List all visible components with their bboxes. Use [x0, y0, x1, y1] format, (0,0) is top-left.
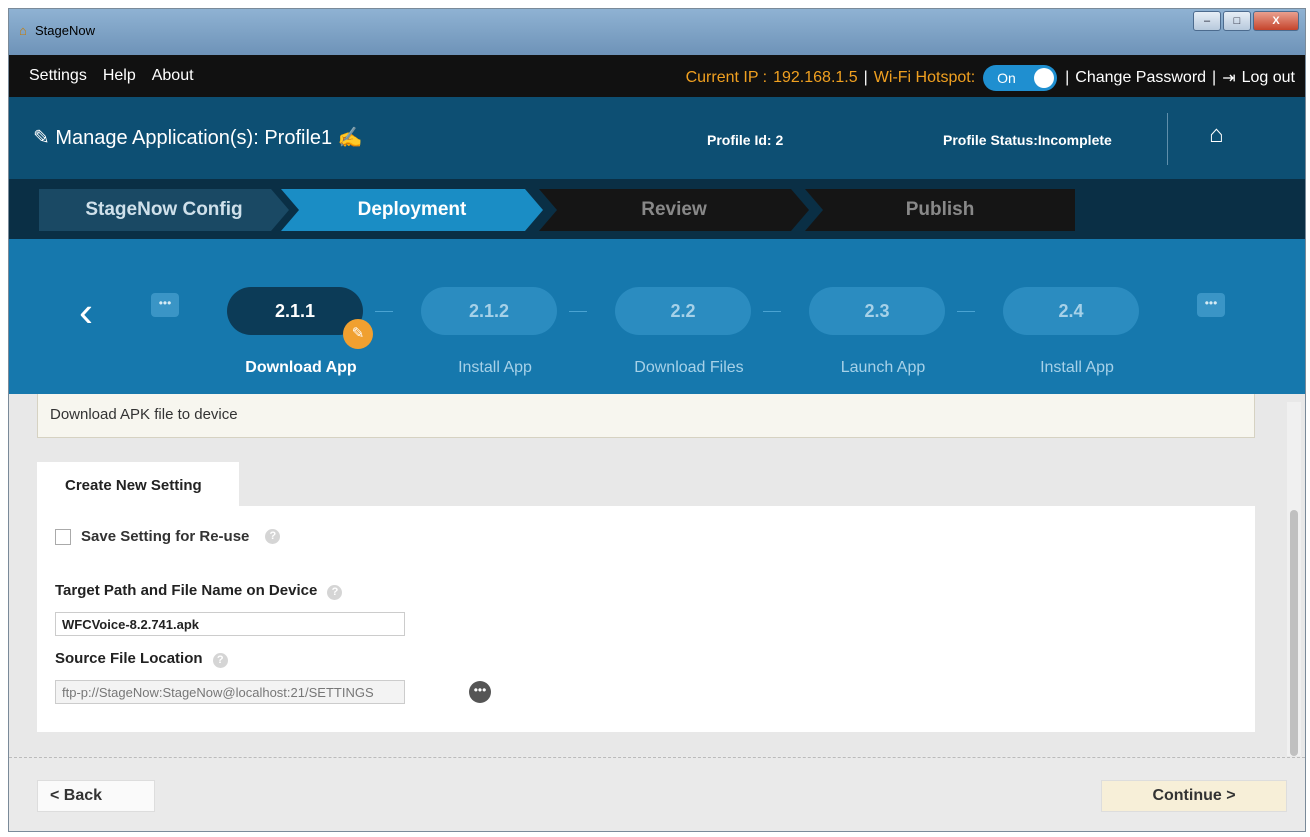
hotspot-toggle[interactable]: On — [983, 65, 1058, 91]
step-stagenow-config[interactable]: StageNow Config — [39, 189, 289, 231]
target-path-label-row: Target Path and File Name on Device ? — [55, 582, 343, 600]
profile-id: Profile Id: 2 — [707, 132, 784, 148]
pencil-icon[interactable]: ✎ — [343, 319, 373, 349]
connector — [375, 311, 393, 312]
edit-icon[interactable]: ✍ — [338, 127, 363, 149]
app-logo-icon: ⌂ — [19, 23, 27, 38]
wizard-steps: StageNow Config Deployment Review Publis… — [9, 179, 1305, 239]
title-bar: ⌂ StageNow – □ X — [9, 9, 1305, 55]
profile-status: Profile Status:Incomplete — [943, 132, 1112, 148]
menu-bar: Settings Help About Current IP : 192.168… — [9, 55, 1305, 97]
home-icon[interactable]: ⌂ — [1209, 121, 1224, 149]
maximize-button[interactable]: □ — [1223, 11, 1251, 31]
minimize-button[interactable]: – — [1193, 11, 1221, 31]
save-setting-label: Save Setting for Re-use — [81, 528, 250, 545]
substep-label: Download App — [245, 359, 357, 376]
substep-label: Install App — [458, 359, 532, 376]
app-window: ⌂ StageNow – □ X Settings Help About Cur… — [8, 8, 1306, 832]
current-ip-value: 192.168.1.5 — [773, 69, 858, 86]
help-icon[interactable]: ? — [265, 529, 281, 544]
substep-bar: ‹ ••• 2.1.1 ✎ 2.1.2 2.2 2.3 2.4 ••• Down… — [9, 239, 1305, 394]
continue-button[interactable]: Continue > — [1101, 780, 1287, 812]
substep-label: Download Files — [634, 359, 744, 376]
substep-label: Launch App — [840, 359, 926, 376]
save-setting-row: Save Setting for Re-use ? — [55, 528, 281, 545]
window-controls: – □ X — [1193, 11, 1299, 31]
window-title: StageNow — [35, 23, 95, 38]
current-ip-label: Current IP : — [685, 69, 768, 86]
target-path-input[interactable]: WFCVoice-8.2.741.apk — [55, 612, 405, 636]
settings-panel: Save Setting for Re-use ? Target Path an… — [37, 506, 1255, 732]
substep-2-1-2[interactable]: 2.1.2 — [421, 287, 557, 335]
hotspot-label: Wi-Fi Hotspot: — [873, 69, 976, 86]
save-setting-checkbox[interactable] — [55, 528, 71, 545]
substep-label: Install App — [1040, 359, 1114, 376]
logout-icon[interactable]: ⇥ — [1222, 68, 1235, 88]
back-button[interactable]: < Back — [37, 780, 155, 812]
browse-button[interactable]: ••• — [469, 681, 491, 703]
wand-icon: ✎ — [33, 127, 50, 149]
step-review[interactable]: Review — [539, 189, 809, 231]
connector — [957, 311, 975, 312]
help-icon[interactable]: ? — [212, 653, 228, 668]
source-file-input[interactable]: ftp-p://StageNow:StageNow@localhost:21/S… — [55, 680, 405, 704]
connector — [763, 311, 781, 312]
substep-2-3[interactable]: 2.3 — [809, 287, 945, 335]
help-icon[interactable]: ? — [327, 585, 343, 600]
logout-link[interactable]: Log out — [1242, 69, 1295, 87]
hotspot-state: On — [997, 70, 1016, 86]
profile-title: Manage Application(s): Profile1 — [55, 127, 333, 149]
separator: | — [1065, 69, 1070, 86]
substep-2-1-1[interactable]: 2.1.1 — [227, 287, 363, 335]
more-right-button[interactable]: ••• — [1197, 293, 1225, 317]
step-publish[interactable]: Publish — [805, 189, 1075, 231]
page-title: ✎ Manage Application(s): Profile1 ✍ — [33, 125, 363, 150]
content-area: Download APK file to device Create New S… — [9, 394, 1305, 756]
scrollbar-thumb[interactable] — [1290, 510, 1298, 756]
tab-create-new-setting[interactable]: Create New Setting — [37, 462, 239, 506]
more-left-button[interactable]: ••• — [151, 293, 179, 317]
chevron-left-icon[interactable]: ‹ — [79, 291, 93, 333]
divider — [9, 757, 1305, 758]
close-button[interactable]: X — [1253, 11, 1299, 31]
source-file-label: Source File Location — [55, 650, 203, 667]
substep-2-4[interactable]: 2.4 — [1003, 287, 1139, 335]
scrollbar[interactable] — [1287, 402, 1301, 756]
substep-2-2[interactable]: 2.2 — [615, 287, 751, 335]
toggle-knob — [1034, 68, 1055, 88]
divider — [1167, 113, 1168, 165]
menu-about[interactable]: About — [152, 67, 194, 85]
profile-header: ✎ Manage Application(s): Profile1 ✍ Prof… — [9, 97, 1305, 179]
change-password-link[interactable]: Change Password — [1075, 69, 1206, 87]
source-label-row: Source File Location ? — [55, 650, 228, 668]
target-path-label: Target Path and File Name on Device — [55, 582, 318, 599]
separator: | — [863, 69, 868, 86]
menu-help[interactable]: Help — [103, 67, 136, 85]
menu-settings[interactable]: Settings — [29, 67, 87, 85]
separator: | — [1212, 69, 1217, 86]
connector — [569, 311, 587, 312]
step-description: Download APK file to device — [37, 394, 1255, 438]
step-deployment[interactable]: Deployment — [281, 189, 543, 231]
